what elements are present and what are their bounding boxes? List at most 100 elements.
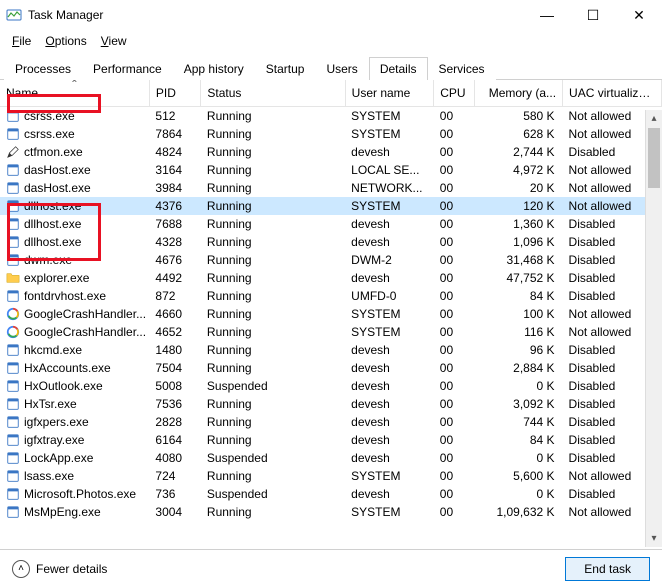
process-pid: 5008 <box>149 377 201 395</box>
process-pid: 872 <box>149 287 201 305</box>
generic-icon <box>6 109 20 123</box>
column-header-user[interactable]: User name <box>345 80 434 107</box>
close-button[interactable]: ✕ <box>616 0 662 30</box>
process-cpu: 00 <box>434 377 475 395</box>
table-row[interactable]: igfxpers.exe2828Runningdevesh00744 KDisa… <box>0 413 662 431</box>
tab-services[interactable]: Services <box>428 57 496 80</box>
process-user: devesh <box>345 485 434 503</box>
process-status: Running <box>201 359 345 377</box>
scroll-up-arrow[interactable]: ▴ <box>646 110 662 127</box>
menu-file[interactable]: File <box>6 32 37 50</box>
process-memory: 0 K <box>475 449 563 467</box>
table-row[interactable]: dwm.exe4676RunningDWM-20031,468 KDisable… <box>0 251 662 269</box>
process-memory: 31,468 K <box>475 251 563 269</box>
process-cpu: 00 <box>434 305 475 323</box>
generic-icon <box>6 469 20 483</box>
minimize-button[interactable]: — <box>524 0 570 30</box>
end-task-button[interactable]: End task <box>565 557 650 581</box>
process-memory: 3,092 K <box>475 395 563 413</box>
google-icon <box>6 307 20 321</box>
process-name: hkcmd.exe <box>24 343 82 357</box>
process-user: SYSTEM <box>345 107 434 125</box>
tab-processes[interactable]: Processes <box>4 57 82 80</box>
table-row[interactable]: dllhost.exe4376RunningSYSTEM00120 KNot a… <box>0 197 662 215</box>
process-user: SYSTEM <box>345 125 434 143</box>
column-header-uac[interactable]: UAC virtualizat... <box>563 80 662 107</box>
tab-startup[interactable]: Startup <box>255 57 316 80</box>
pen-icon <box>6 145 20 159</box>
column-header-name[interactable]: Name <box>0 80 149 107</box>
google-icon <box>6 325 20 339</box>
process-pid: 7688 <box>149 215 201 233</box>
table-row[interactable]: igfxtray.exe6164Runningdevesh0084 KDisab… <box>0 431 662 449</box>
table-row[interactable]: GoogleCrashHandler...4652RunningSYSTEM00… <box>0 323 662 341</box>
process-cpu: 00 <box>434 413 475 431</box>
tab-users[interactable]: Users <box>315 57 368 80</box>
process-name: igfxpers.exe <box>24 415 89 429</box>
process-cpu: 00 <box>434 287 475 305</box>
menu-options[interactable]: Options <box>39 32 92 50</box>
column-header-cpu[interactable]: CPU <box>434 80 475 107</box>
process-memory: 120 K <box>475 197 563 215</box>
process-memory: 2,744 K <box>475 143 563 161</box>
table-row[interactable]: fontdrvhost.exe872RunningUMFD-00084 KDis… <box>0 287 662 305</box>
vertical-scrollbar[interactable]: ▴ ▾ <box>645 110 662 547</box>
table-row[interactable]: explorer.exe4492Runningdevesh0047,752 KD… <box>0 269 662 287</box>
table-row[interactable]: Microsoft.Photos.exe736Suspendeddevesh00… <box>0 485 662 503</box>
generic-icon <box>6 343 20 357</box>
table-row[interactable]: csrss.exe7864RunningSYSTEM00628 KNot all… <box>0 125 662 143</box>
fewer-details-toggle[interactable]: ˄ Fewer details <box>12 560 107 578</box>
table-row[interactable]: HxOutlook.exe5008Suspendeddevesh000 KDis… <box>0 377 662 395</box>
process-memory: 116 K <box>475 323 563 341</box>
process-name: HxAccounts.exe <box>24 361 111 375</box>
menu-view[interactable]: View <box>95 32 133 50</box>
process-status: Running <box>201 503 345 521</box>
maximize-button[interactable]: ☐ <box>570 0 616 30</box>
process-pid: 4376 <box>149 197 201 215</box>
process-user: devesh <box>345 341 434 359</box>
table-row[interactable]: csrss.exe512RunningSYSTEM00580 KNot allo… <box>0 107 662 125</box>
process-status: Running <box>201 269 345 287</box>
table-row[interactable]: dasHost.exe3164RunningLOCAL SE...004,972… <box>0 161 662 179</box>
process-status: Running <box>201 287 345 305</box>
column-header-memory[interactable]: Memory (a... <box>475 80 563 107</box>
process-cpu: 00 <box>434 143 475 161</box>
table-row[interactable]: dasHost.exe3984RunningNETWORK...0020 KNo… <box>0 179 662 197</box>
process-pid: 4328 <box>149 233 201 251</box>
table-row[interactable]: MsMpEng.exe3004RunningSYSTEM001,09,632 K… <box>0 503 662 521</box>
table-row[interactable]: GoogleCrashHandler...4660RunningSYSTEM00… <box>0 305 662 323</box>
chevron-up-icon: ˄ <box>12 560 30 578</box>
process-pid: 6164 <box>149 431 201 449</box>
table-row[interactable]: dllhost.exe4328Runningdevesh001,096 KDis… <box>0 233 662 251</box>
generic-icon <box>6 397 20 411</box>
column-header-pid[interactable]: PID <box>149 80 201 107</box>
generic-icon <box>6 181 20 195</box>
process-status: Running <box>201 431 345 449</box>
process-name: dasHost.exe <box>24 163 91 177</box>
scroll-thumb[interactable] <box>648 128 660 188</box>
column-header-status[interactable]: Status <box>201 80 345 107</box>
tab-performance[interactable]: Performance <box>82 57 173 80</box>
process-name: GoogleCrashHandler... <box>24 307 146 321</box>
process-user: SYSTEM <box>345 503 434 521</box>
generic-icon <box>6 379 20 393</box>
tab-app-history[interactable]: App history <box>173 57 255 80</box>
table-row[interactable]: HxAccounts.exe7504Runningdevesh002,884 K… <box>0 359 662 377</box>
process-status: Running <box>201 395 345 413</box>
table-row[interactable]: ctfmon.exe4824Runningdevesh002,744 KDisa… <box>0 143 662 161</box>
table-row[interactable]: LockApp.exe4080Suspendeddevesh000 KDisab… <box>0 449 662 467</box>
table-row[interactable]: lsass.exe724RunningSYSTEM005,600 KNot al… <box>0 467 662 485</box>
process-cpu: 00 <box>434 197 475 215</box>
table-row[interactable]: dllhost.exe7688Runningdevesh001,360 KDis… <box>0 215 662 233</box>
process-name: MsMpEng.exe <box>24 505 101 519</box>
tab-details[interactable]: Details <box>369 57 428 80</box>
table-row[interactable]: HxTsr.exe7536Runningdevesh003,092 KDisab… <box>0 395 662 413</box>
process-pid: 4492 <box>149 269 201 287</box>
generic-icon <box>6 433 20 447</box>
scroll-down-arrow[interactable]: ▾ <box>646 530 662 547</box>
table-row[interactable]: hkcmd.exe1480Runningdevesh0096 KDisabled <box>0 341 662 359</box>
process-cpu: 00 <box>434 107 475 125</box>
process-user: devesh <box>345 395 434 413</box>
generic-icon <box>6 217 20 231</box>
process-status: Running <box>201 341 345 359</box>
